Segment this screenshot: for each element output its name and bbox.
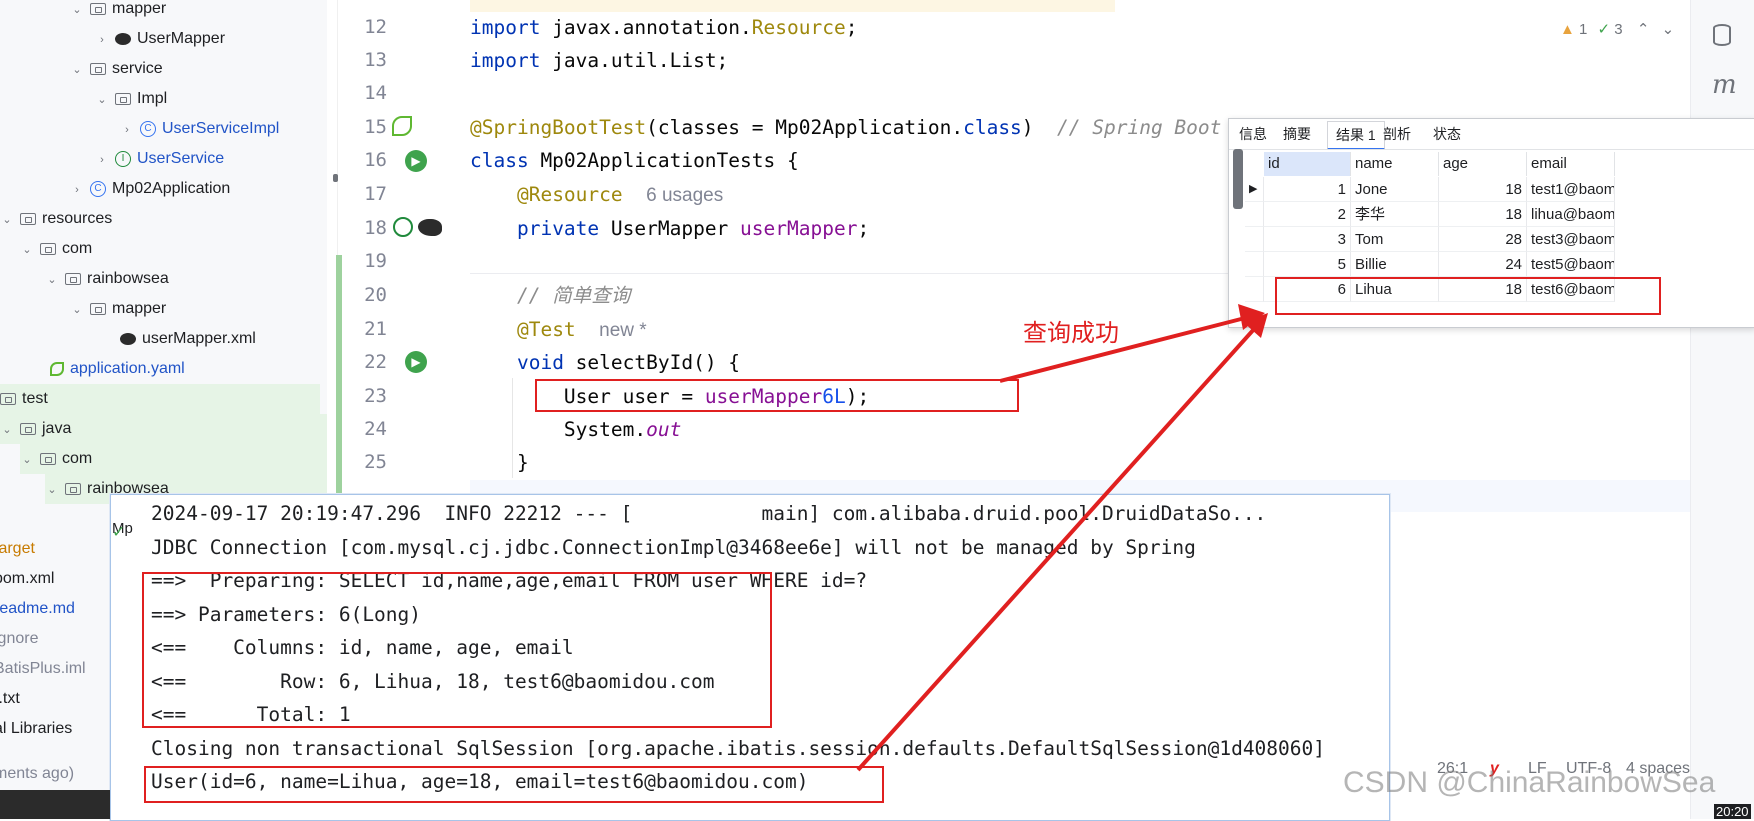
annotation-arrows xyxy=(856,304,1268,772)
arrow-line-1 xyxy=(999,316,1246,383)
arrow-line-2 xyxy=(856,326,1257,772)
